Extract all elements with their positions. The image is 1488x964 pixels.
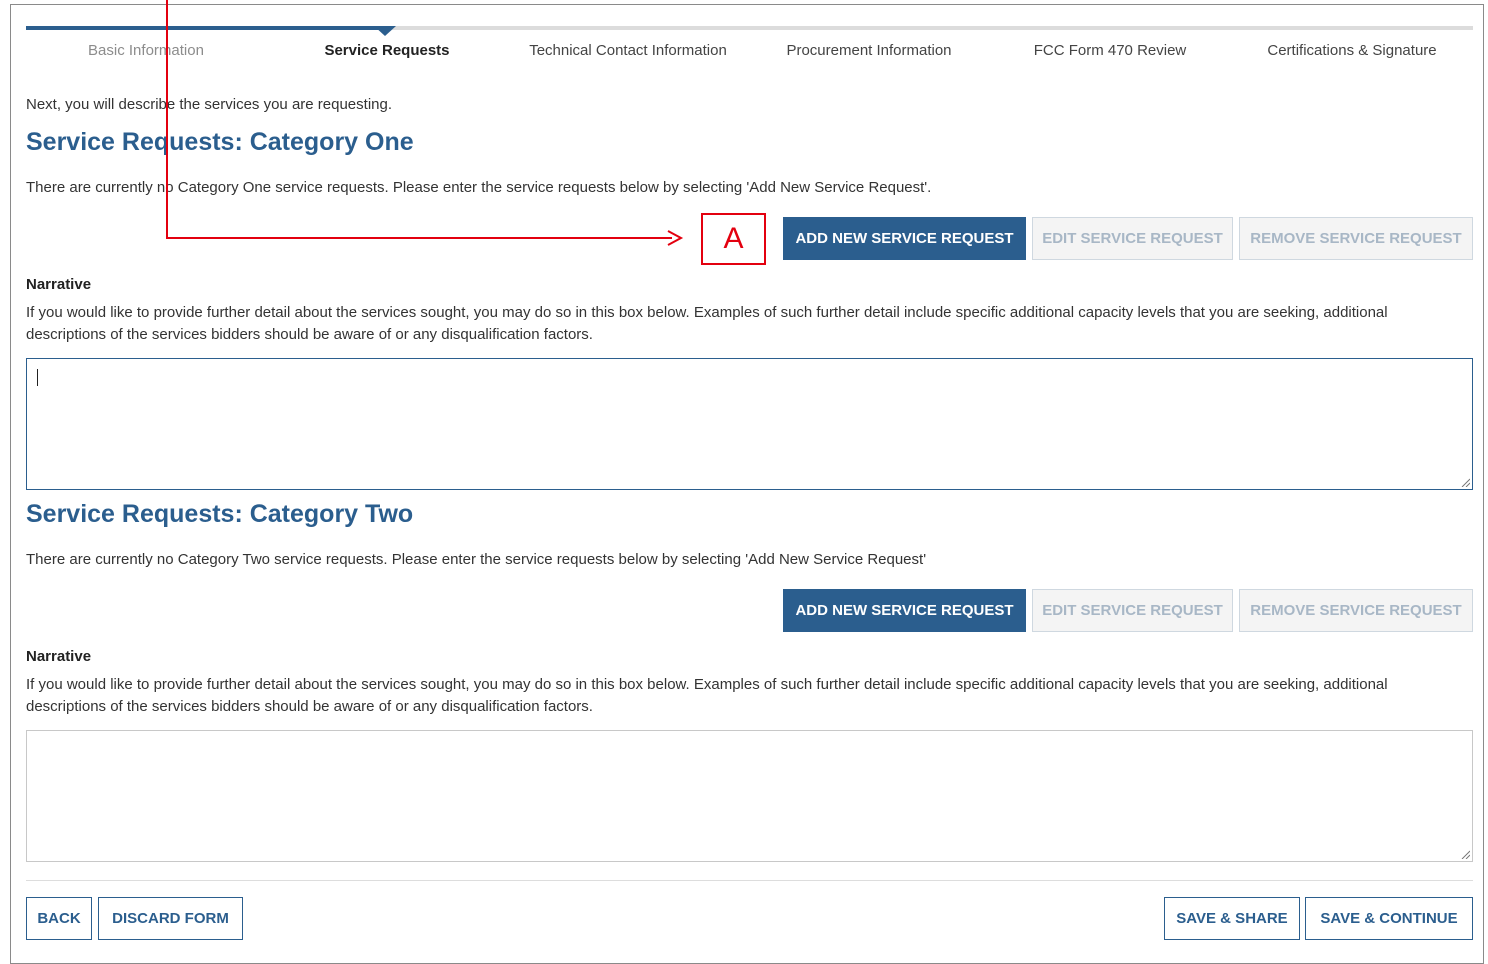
resize-grip-icon[interactable] [1460,477,1470,487]
category-two-narrative-label: Narrative [26,648,92,665]
step-fcc-form-470-review[interactable]: FCC Form 470 Review [1010,40,1210,61]
intro-text: Next, you will describe the services you… [26,96,393,113]
save-continue-button[interactable]: SAVE & CONTINUE [1305,897,1473,940]
annotation-arrow-icon [667,230,684,246]
step-service-requests[interactable]: Service Requests [287,40,487,61]
annotation-line-vertical [166,0,168,238]
text-caret [37,369,38,386]
progress-fill [26,26,386,30]
category-two-title: Service Requests: Category Two [26,500,414,528]
save-share-button[interactable]: SAVE & SHARE [1164,897,1300,940]
step-technical-contact-information[interactable]: Technical Contact Information [528,40,728,61]
category-two-remove-button[interactable]: REMOVE SERVICE REQUEST [1239,589,1473,632]
category-one-edit-button[interactable]: EDIT SERVICE REQUEST [1032,217,1233,260]
category-one-add-button[interactable]: ADD NEW SERVICE REQUEST [783,217,1026,260]
discard-form-button[interactable]: DISCARD FORM [98,897,243,940]
category-one-title: Service Requests: Category One [26,128,414,156]
progress-pointer-icon [374,26,396,36]
category-two-edit-button[interactable]: EDIT SERVICE REQUEST [1032,589,1233,632]
step-procurement-information[interactable]: Procurement Information [769,40,969,61]
category-one-remove-button[interactable]: REMOVE SERVICE REQUEST [1239,217,1473,260]
category-two-narrative-textarea[interactable] [26,730,1473,862]
footer-divider [26,880,1473,881]
category-one-narrative-textarea[interactable] [26,358,1473,490]
category-one-narrative-label: Narrative [26,276,92,293]
step-certifications-signature[interactable]: Certifications & Signature [1252,40,1452,61]
category-two-narrative-description: If you would like to provide further det… [26,676,1388,715]
annotation-label-a: A [701,213,766,265]
category-one-info: There are currently no Category One serv… [26,179,932,196]
category-two-add-button[interactable]: ADD NEW SERVICE REQUEST [783,589,1026,632]
annotation-line-horizontal [166,237,672,239]
resize-grip-icon[interactable] [1460,849,1470,859]
step-basic-information[interactable]: Basic Information [46,40,246,61]
back-button[interactable]: BACK [26,897,92,940]
category-two-info: There are currently no Category Two serv… [26,551,927,568]
category-one-narrative-description: If you would like to provide further det… [26,304,1388,343]
